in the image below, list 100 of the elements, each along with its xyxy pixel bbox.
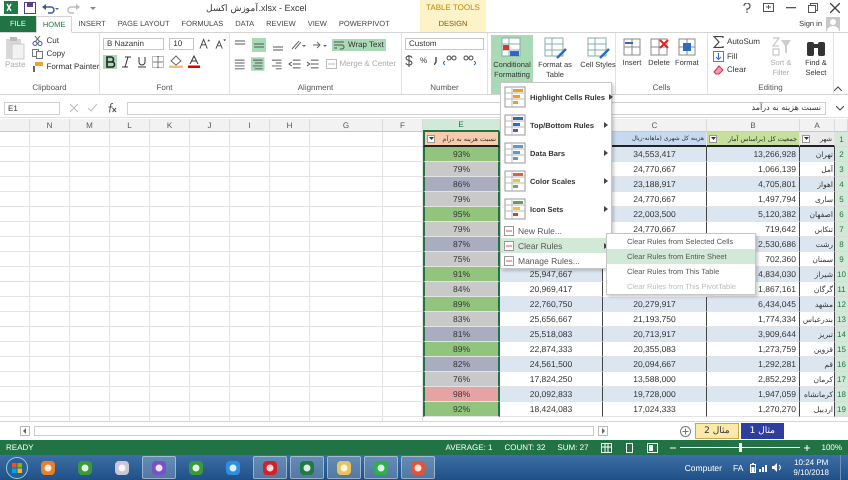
status-text: SUM: 27 [557, 443, 589, 452]
horizontal-align-icon[interactable] [233, 56, 246, 71]
taskbar-app[interactable] [401, 456, 435, 479]
grid-icon [504, 170, 526, 192]
column-header[interactable]: K [150, 119, 190, 132]
italic-icon[interactable] [122, 56, 132, 68]
computer-label[interactable]: Computer [680, 462, 726, 472]
insert-cells-icon [621, 36, 643, 58]
taskbar-app[interactable] [253, 456, 287, 479]
save-icon[interactable] [24, 2, 36, 14]
column-header[interactable]: F [383, 119, 423, 132]
restore-icon[interactable] [808, 2, 818, 13]
start-icon[interactable] [6, 456, 28, 478]
column-header[interactable]: E [423, 119, 500, 132]
table-cell: 18,424,083 [500, 402, 603, 418]
fill-button[interactable]: Fill [711, 50, 762, 63]
insert-function-icon[interactable] [107, 103, 117, 114]
column-header[interactable]: L [110, 119, 150, 132]
horizontal-align-icon[interactable] [270, 56, 284, 71]
excel-icon[interactable] [4, 1, 18, 14]
increase-decimal-icon[interactable] [443, 54, 458, 67]
column-header[interactable]: B [707, 119, 800, 132]
orientation-icon[interactable] [290, 38, 306, 51]
taskbar-app[interactable] [142, 456, 176, 479]
table-cell: 4,705,801 [707, 177, 800, 192]
copy-button[interactable]: Copy [30, 48, 102, 60]
volume-icon[interactable] [772, 463, 782, 472]
row-number: 6 [835, 207, 848, 222]
text-direction-icon[interactable] [311, 38, 327, 51]
filter-button[interactable] [427, 134, 435, 143]
cut-button[interactable]: Cut [30, 34, 102, 47]
minimize-icon[interactable] [786, 6, 796, 9]
increase-indent-icon[interactable] [306, 58, 319, 70]
column-header[interactable]: I [230, 119, 270, 132]
clock-date[interactable]: 9/10/2018 [793, 468, 829, 478]
shrink-font-icon[interactable] [214, 38, 226, 50]
wrap-text-button[interactable]: Wrap Text [332, 38, 386, 51]
comma-style-icon[interactable] [434, 56, 438, 65]
clock-time[interactable]: 10:24 PM [794, 458, 828, 468]
taskbar-app[interactable] [364, 456, 398, 479]
expand-icon[interactable] [836, 106, 844, 111]
decrease-indent-icon[interactable] [288, 58, 301, 70]
borders-icon[interactable] [152, 56, 164, 68]
collapse-ribbon-icon[interactable] [834, 86, 842, 92]
sheet-tab[interactable]: مثال 2 [695, 423, 739, 440]
font-name-field[interactable]: B Nazanin [103, 38, 164, 50]
signal-icon[interactable] [759, 463, 770, 472]
currency-icon[interactable] [405, 54, 413, 67]
column-header[interactable]: N [30, 119, 70, 132]
table-cell: 13,266,928 [707, 147, 800, 162]
horizontal-scrollbar[interactable] [34, 426, 594, 436]
fill-color-icon[interactable] [169, 55, 183, 68]
column-header[interactable]: J [190, 119, 230, 132]
battery-icon[interactable] [750, 462, 756, 472]
grow-font-icon[interactable] [198, 38, 210, 50]
zoom-out-icon[interactable] [670, 444, 676, 451]
scroll-left-icon[interactable] [20, 426, 30, 436]
taskbar-app[interactable] [290, 456, 324, 479]
vertical-align-icon[interactable] [252, 38, 266, 52]
decrease-decimal-icon[interactable] [462, 54, 476, 67]
zoom-slider-thumb[interactable] [738, 443, 742, 452]
column-header[interactable]: M [70, 119, 110, 132]
help-icon[interactable] [743, 2, 751, 13]
column-header[interactable]: G [310, 119, 383, 132]
zoom-level[interactable]: 100% [822, 443, 842, 452]
font-color-icon[interactable] [188, 55, 200, 68]
add-sheet-icon[interactable] [680, 426, 692, 437]
table-cell: 25,518,083 [500, 327, 603, 342]
horizontal-align-icon[interactable] [251, 56, 265, 71]
page-break-icon[interactable] [646, 442, 658, 453]
normal-view-icon[interactable] [600, 442, 612, 453]
taskbar-app[interactable] [327, 456, 361, 479]
ribbon-display-icon[interactable] [763, 3, 774, 12]
undo-icon[interactable] [42, 2, 60, 14]
percent-style-button[interactable]: % [418, 55, 430, 66]
zoom-in-icon[interactable] [804, 444, 810, 451]
underline-icon[interactable] [137, 56, 147, 68]
ratio-cell: 82% [423, 357, 500, 372]
close-icon[interactable] [830, 2, 840, 13]
name-box[interactable]: E1 [4, 102, 60, 115]
clear-button[interactable]: Clear [711, 64, 762, 76]
scroll-right-icon[interactable] [598, 426, 608, 436]
page-layout-icon[interactable] [624, 442, 635, 453]
column-header[interactable]: A [800, 119, 835, 132]
autosum-button[interactable]: AutoSum [711, 34, 762, 49]
sigma-icon [713, 36, 724, 48]
font-size-field[interactable]: 10 [169, 38, 194, 50]
language-indicator[interactable]: FA [729, 462, 748, 472]
number-format-field[interactable]: Custom [405, 38, 484, 50]
sheet-tab[interactable]: مثال 1 [740, 423, 784, 440]
customize-icon[interactable] [90, 4, 96, 11]
group-label: Font [156, 83, 172, 92]
format-painter-button[interactable]: Format Painter [30, 60, 102, 73]
filter-button[interactable] [709, 134, 717, 143]
column-header[interactable]: H [270, 119, 310, 132]
row-number: 16 [835, 357, 848, 372]
filter-button[interactable] [802, 134, 810, 143]
bold-icon[interactable] [103, 54, 117, 69]
row-number: 18 [835, 387, 848, 402]
grid-icon [504, 198, 526, 220]
